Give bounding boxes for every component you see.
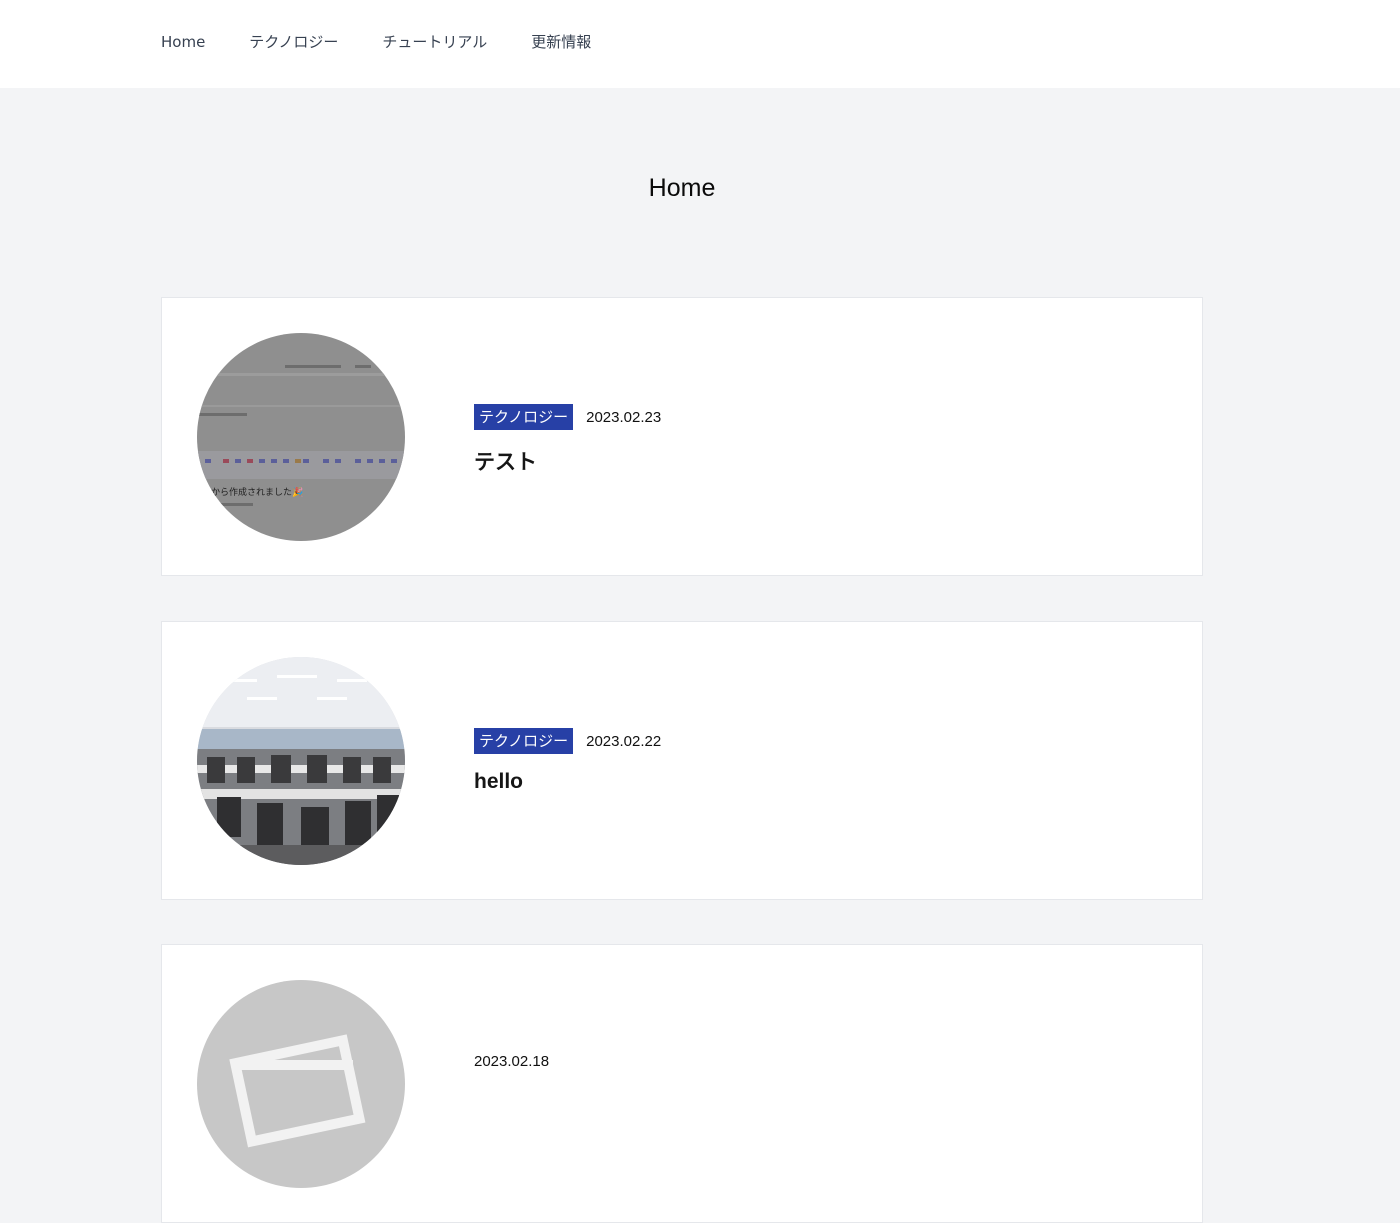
nav-item-home[interactable]: Home xyxy=(161,30,205,54)
post-card[interactable]: テクノロジー 2023.02.22 hello xyxy=(161,621,1203,900)
post-meta: テクノロジー 2023.02.23 xyxy=(474,404,661,430)
editor-screenshot-image[interactable]: から作成されました🎉 xyxy=(197,333,405,541)
post-title[interactable]: hello xyxy=(474,770,523,794)
post-date: 2023.02.22 xyxy=(586,732,662,750)
nav-item-technology[interactable]: テクノロジー xyxy=(249,30,338,54)
post-title[interactable]: テスト xyxy=(474,446,537,476)
image-placeholder-icon[interactable] xyxy=(197,980,405,1188)
nav-item-tutorial[interactable]: チュートリアル xyxy=(382,30,487,54)
thumbnail-text: から作成されました🎉 xyxy=(211,486,303,498)
thumbnail-graphic xyxy=(197,657,405,865)
post-date: 2023.02.23 xyxy=(586,408,662,426)
post-card[interactable]: 2023.02.18 xyxy=(161,944,1203,1223)
thumbnail-graphic: から作成されました🎉 xyxy=(197,333,405,541)
office-photo-image[interactable] xyxy=(197,657,405,865)
top-navigation: Home テクノロジー チュートリアル 更新情報 xyxy=(0,0,1400,88)
page-title: Home xyxy=(648,174,716,202)
nav-list: Home テクノロジー チュートリアル 更新情報 xyxy=(161,30,635,54)
nav-item-updates[interactable]: 更新情報 xyxy=(531,30,591,54)
post-meta: テクノロジー 2023.02.22 xyxy=(474,728,661,754)
post-date: 2023.02.18 xyxy=(474,1053,550,1070)
category-badge[interactable]: テクノロジー xyxy=(474,728,574,754)
post-meta: 2023.02.18 xyxy=(474,1053,549,1070)
category-badge[interactable]: テクノロジー xyxy=(474,404,574,430)
post-card[interactable]: から作成されました🎉 テクノロジー 2023.02.23 テスト xyxy=(161,297,1203,576)
thumbnail-graphic xyxy=(197,980,405,1188)
